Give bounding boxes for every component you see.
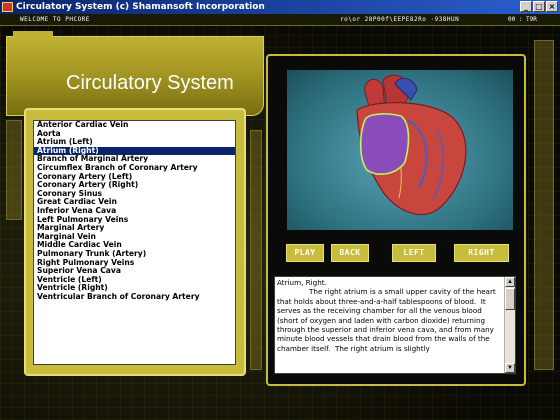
right-button[interactable]: RIGHT bbox=[454, 244, 509, 262]
description-scrollbar[interactable]: ▲ ▼ bbox=[504, 277, 515, 373]
heart-image bbox=[287, 70, 513, 230]
maximize-button[interactable]: □ bbox=[533, 1, 545, 12]
scroll-thumb[interactable] bbox=[505, 288, 515, 310]
description-text: Atrium, Right. The right atrium is a sma… bbox=[277, 278, 496, 353]
scroll-down-icon[interactable]: ▼ bbox=[505, 363, 515, 373]
window-title: Circulatory System (c) Shamansoft Incorp… bbox=[16, 2, 265, 12]
hud-side-panel-right bbox=[534, 40, 554, 370]
heart-illustration bbox=[356, 74, 467, 216]
hud-time-readout: 00 : T9R bbox=[508, 16, 537, 23]
close-button[interactable]: × bbox=[546, 1, 558, 12]
back-button[interactable]: BACK bbox=[331, 244, 369, 262]
window-title-bar[interactable]: Circulatory System (c) Shamansoft Incorp… bbox=[0, 0, 560, 14]
list-item[interactable]: Ventricular Branch of Coronary Artery bbox=[34, 292, 235, 302]
structure-list[interactable]: Anterior Cardiac Vein Aorta Atrium (Left) A… bbox=[33, 120, 236, 365]
list-item[interactable]: Anterior Cardiac Vein bbox=[34, 121, 235, 130]
scroll-up-icon[interactable]: ▲ bbox=[505, 277, 515, 287]
hud-side-panel-middle bbox=[250, 130, 262, 370]
description-box[interactable]: Atrium, Right. The right atrium is a sma… bbox=[274, 276, 516, 374]
hud-side-panel-left bbox=[6, 120, 22, 220]
page-title: Circulatory System bbox=[66, 72, 234, 94]
left-button[interactable]: LEFT bbox=[392, 244, 436, 262]
play-button[interactable]: PLAY bbox=[286, 244, 324, 262]
welcome-text: WELCOME TO PHCORE bbox=[20, 16, 90, 23]
app-icon bbox=[2, 2, 13, 12]
minimize-button[interactable]: _ bbox=[520, 1, 532, 12]
hud-code-readout: ro\or 28P00f\EEPE82Ro ·938HUN bbox=[340, 16, 460, 23]
